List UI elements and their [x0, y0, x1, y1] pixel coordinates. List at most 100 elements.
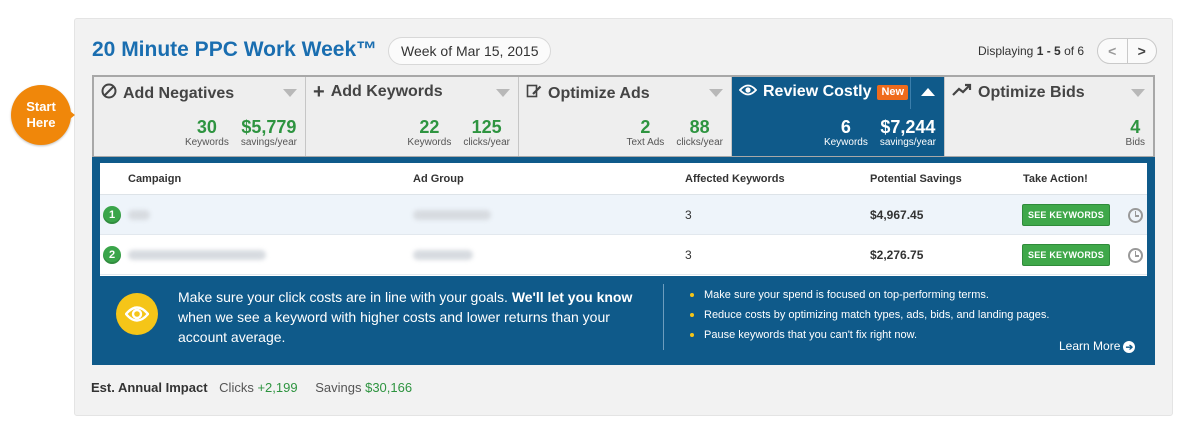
info-text-b: We'll let you know	[511, 289, 633, 305]
impact-clicks-label: Clicks	[219, 380, 254, 395]
row-number-badge: 2	[103, 246, 121, 264]
col-affected-keywords[interactable]: Affected Keywords	[685, 173, 785, 185]
tab-add-negatives[interactable]: Add Negatives 30 Keywords $5,779 savings/y…	[94, 77, 306, 156]
eye-icon	[738, 83, 758, 101]
affected-keywords-value: 3	[685, 208, 692, 222]
col-campaign[interactable]: Campaign	[128, 173, 181, 185]
callout-line2: Here	[26, 115, 56, 130]
task-tabs: Add Negatives 30 Keywords $5,779 savings/y…	[92, 75, 1155, 158]
trending-up-icon	[952, 83, 972, 102]
potential-savings-value: $2,276.75	[870, 248, 924, 262]
stat-value: 6	[840, 117, 851, 137]
ad-group-redacted[interactable]	[413, 210, 491, 220]
col-ad-group[interactable]: Ad Group	[413, 173, 464, 185]
stat-text-ads: 2 Text Ads	[627, 117, 665, 149]
callout-line1: Start	[26, 99, 56, 114]
stat-value: 30	[196, 117, 217, 137]
stat-savings: $5,779 savings/year	[241, 117, 297, 149]
table-row: 1 3 $4,967.45 SEE KEYWORDS	[100, 195, 1147, 235]
eye-icon	[116, 293, 158, 335]
campaign-name-redacted[interactable]	[128, 210, 150, 220]
list-item: Reduce costs by optimizing match types, …	[688, 305, 1108, 325]
costly-keywords-table: Campaign Ad Group Affected Keywords Pote…	[100, 163, 1147, 276]
stat-label: clicks/year	[463, 137, 510, 148]
stat-value: 125	[471, 117, 502, 137]
impact-savings-label: Savings	[315, 380, 362, 395]
stat-value: 2	[640, 117, 651, 137]
col-take-action: Take Action!	[1023, 173, 1088, 185]
new-badge: New	[877, 84, 909, 100]
edit-icon	[526, 83, 542, 104]
displaying-range: 1 - 5	[1036, 44, 1061, 58]
stat-value: $7,244	[880, 117, 936, 137]
list-item: Pause keywords that you can't fix right …	[688, 325, 1108, 345]
stat-label: Bids	[1125, 137, 1145, 148]
divider	[663, 284, 664, 350]
chevron-down-icon[interactable]	[496, 89, 510, 97]
stat-value: 88	[689, 117, 710, 137]
block-icon	[101, 83, 117, 104]
affected-keywords-value: 3	[685, 248, 692, 262]
tab-label: Review Costly	[763, 83, 872, 100]
tab-optimize-ads[interactable]: Optimize Ads 2 Text Ads 88 clicks/year	[519, 77, 732, 156]
pager: < >	[1097, 38, 1157, 64]
chevron-up-icon	[921, 88, 935, 96]
annual-impact: Est. Annual Impact Clicks +2,199 Savings…	[91, 380, 426, 395]
stat-label: clicks/year	[676, 137, 723, 148]
stat-value: $5,779	[241, 117, 297, 137]
arrow-right-icon: ➔	[1123, 341, 1136, 353]
chevron-down-icon[interactable]	[283, 89, 297, 97]
tab-label: Add Keywords	[330, 83, 443, 100]
impact-label: Est. Annual Impact	[91, 380, 208, 395]
campaign-name-redacted[interactable]	[128, 250, 266, 260]
see-keywords-button[interactable]: SEE KEYWORDS	[1022, 244, 1110, 266]
collapse-button[interactable]	[910, 77, 944, 109]
table-header: Campaign Ad Group Affected Keywords Pote…	[100, 163, 1147, 195]
prev-page-button[interactable]: <	[1098, 39, 1128, 63]
row-number-badge: 1	[103, 206, 121, 224]
see-keywords-button[interactable]: SEE KEYWORDS	[1022, 204, 1110, 226]
stat-clicks: 88 clicks/year	[676, 117, 723, 149]
info-text-c: when we see a keyword with higher costs …	[178, 309, 610, 345]
stat-clicks: 125 clicks/year	[463, 117, 510, 149]
info-description: Make sure your click costs are in line w…	[178, 287, 638, 347]
tab-add-keywords[interactable]: + Add Keywords 22 Keywords 125 clicks/year	[306, 77, 519, 156]
plus-icon: +	[313, 81, 325, 103]
stat-label: savings/year	[240, 137, 297, 148]
stat-label: Keywords	[407, 137, 452, 148]
stat-label: Text Ads	[626, 137, 665, 148]
tab-label: Add Negatives	[123, 84, 235, 102]
stat-savings: $7,244 savings/year	[880, 117, 936, 149]
table-row: 2 3 $2,276.75 SEE KEYWORDS	[100, 235, 1147, 275]
stat-keywords: 22 Keywords	[407, 117, 451, 149]
clock-icon[interactable]	[1128, 208, 1143, 223]
displaying-total: of 6	[1064, 44, 1085, 58]
start-here-callout: Start Here	[11, 85, 81, 145]
col-potential-savings[interactable]: Potential Savings	[870, 173, 962, 185]
tab-label: Optimize Ads	[548, 84, 650, 102]
week-selector[interactable]: Week of Mar 15, 2015	[388, 37, 552, 65]
potential-savings-value: $4,967.45	[870, 208, 924, 222]
stat-keywords: 6 Keywords	[824, 117, 868, 149]
chevron-down-icon[interactable]	[709, 89, 723, 97]
list-item: Make sure your spend is focused on top-p…	[688, 285, 1108, 305]
pagination-status: Displaying 1 - 5 of 6	[978, 44, 1084, 58]
tab-label: Optimize Bids	[978, 83, 1085, 101]
chevron-down-icon[interactable]	[1131, 89, 1145, 97]
tab-review-costly[interactable]: Review Costly New 6 Keywords $7,244 savings…	[732, 77, 945, 156]
ad-group-redacted[interactable]	[413, 250, 473, 260]
displaying-prefix: Displaying	[978, 44, 1034, 58]
stat-label: Keywords	[184, 137, 229, 148]
stat-keywords: 30 Keywords	[185, 117, 229, 149]
next-page-button[interactable]: >	[1128, 39, 1157, 63]
stat-label: Keywords	[823, 137, 868, 148]
learn-more-link[interactable]: Learn More ➔	[1059, 339, 1136, 353]
page-title: 20 Minute PPC Work Week™	[92, 38, 378, 61]
clock-icon[interactable]	[1128, 248, 1143, 263]
tips-list: Make sure your spend is focused on top-p…	[688, 285, 1108, 345]
tab-optimize-bids[interactable]: Optimize Bids 4 Bids	[945, 77, 1153, 156]
stat-value: 22	[419, 117, 440, 137]
review-costly-panel: Campaign Ad Group Affected Keywords Pote…	[92, 157, 1155, 365]
info-text-a: Make sure your click costs are in line w…	[178, 289, 512, 305]
learn-more-label: Learn More	[1059, 339, 1121, 353]
